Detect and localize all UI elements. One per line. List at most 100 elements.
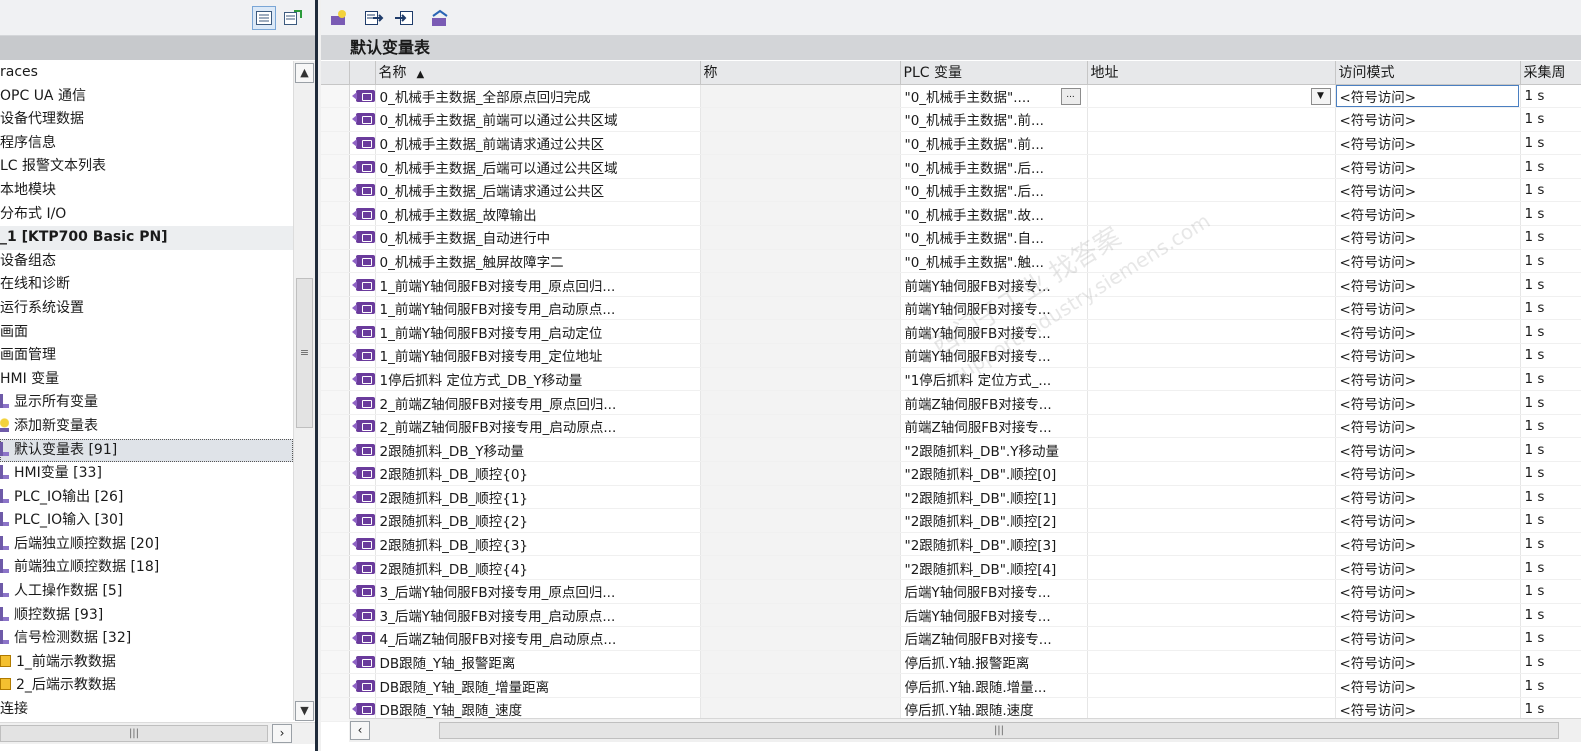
row-selector[interactable] <box>321 343 350 368</box>
tree-item[interactable]: LC 报警文本列表 <box>0 155 293 179</box>
plc-tag-cell[interactable]: "2跟随抓料_DB".Y移动量 <box>900 437 1088 462</box>
address-cell[interactable] <box>1087 579 1336 604</box>
access-mode-cell[interactable]: <符号访问> <box>1335 508 1521 533</box>
display-name-cell[interactable] <box>700 178 901 203</box>
column-header-address[interactable]: 地址 <box>1087 61 1336 85</box>
access-mode-cell[interactable]: <符号访问> <box>1335 650 1521 675</box>
access-mode-cell[interactable]: <符号访问> <box>1335 603 1521 628</box>
display-name-cell[interactable] <box>700 579 901 604</box>
acq-cycle-cell[interactable]: 1 s <box>1520 178 1581 203</box>
tree-item[interactable]: 运行系统设置 <box>0 297 293 321</box>
row-selector[interactable] <box>321 225 350 250</box>
display-name-cell[interactable] <box>700 201 901 227</box>
tree-item[interactable]: _1 [KTP700 Basic PN] <box>0 226 293 250</box>
row-selector[interactable] <box>321 650 350 675</box>
tag-name-cell[interactable]: 1_前端Y轴伺服FB对接专用_启动定位 <box>375 319 701 345</box>
row-selector[interactable] <box>321 178 350 203</box>
editor-horizontal-scrollbar[interactable]: ‹ ||| <box>349 718 1581 742</box>
access-mode-cell[interactable]: <符号访问> <box>1335 296 1521 321</box>
tag-name-cell[interactable]: 2跟随抓料_DB_Y移动量 <box>375 437 701 462</box>
tree-item[interactable]: 本地模块 <box>0 179 293 203</box>
acq-cycle-cell[interactable]: 1 s <box>1520 508 1581 533</box>
tree-item[interactable]: 连接 <box>0 698 293 722</box>
display-name-cell[interactable] <box>700 107 901 132</box>
acq-cycle-cell[interactable]: 1 s <box>1520 414 1581 439</box>
address-cell[interactable] <box>1087 131 1336 156</box>
address-cell[interactable] <box>1087 673 1336 698</box>
access-mode-cell[interactable]: <符号访问> <box>1335 154 1521 179</box>
plc-tag-cell[interactable]: "0_机械手主数据".故... <box>900 201 1088 227</box>
tree-item[interactable]: 顺控数据 [93] <box>0 604 293 628</box>
address-cell[interactable] <box>1087 107 1336 132</box>
tree-item[interactable]: races <box>0 61 293 85</box>
address-cell[interactable] <box>1087 461 1336 486</box>
plc-tag-cell[interactable]: "0_机械手主数据".自... <box>900 225 1088 250</box>
address-cell[interactable] <box>1087 532 1336 557</box>
tree-item[interactable]: PLC_IO输出 [26] <box>0 486 293 510</box>
tree-item[interactable]: 分布式 I/O <box>0 203 293 227</box>
tree-item[interactable]: 设备代理数据 <box>0 108 293 132</box>
tag-name-cell[interactable]: 0_机械手主数据_后端请求通过公共区 <box>375 178 701 203</box>
display-name-cell[interactable] <box>700 532 901 557</box>
import-icon[interactable] <box>392 6 416 30</box>
table-row[interactable]: DB跟随_Y轴_跟随_增量距离 停后抓.Y轴.跟随.增量... <符号访问> 1 s <box>321 673 1581 698</box>
column-header-name[interactable]: 名称 ▲ <box>375 61 701 85</box>
tag-name-cell[interactable]: 3_后端Y轴伺服FB对接专用_启动原点... <box>375 603 701 628</box>
display-name-cell[interactable] <box>700 319 901 345</box>
display-name-cell[interactable] <box>700 296 901 321</box>
plc-tag-cell[interactable]: 前端Y轴伺服FB对接专... <box>900 296 1088 321</box>
plc-tag-cell[interactable]: "2跟随抓料_DB".顺控[1] <box>900 485 1088 510</box>
tree-horizontal-scrollbar[interactable]: ||| › <box>0 722 315 744</box>
display-name-cell[interactable] <box>700 343 901 368</box>
tree-item[interactable]: HMI变量 [33] <box>0 462 293 486</box>
table-row[interactable]: 1停后抓料 定位方式_DB_Y移动量 "1停后抓料 定位方式_... <符号访问> 1… <box>321 367 1581 392</box>
add-tag-icon[interactable] <box>327 6 351 30</box>
address-cell[interactable] <box>1087 225 1336 250</box>
table-row[interactable]: 0_机械手主数据_触屏故障字二 "0_机械手主数据".触... <符号访问> 1 s <box>321 249 1581 274</box>
display-name-cell[interactable] <box>700 437 901 462</box>
address-cell[interactable] <box>1087 367 1336 392</box>
address-cell[interactable] <box>1087 154 1336 179</box>
tag-name-cell[interactable]: 1_前端Y轴伺服FB对接专用_原点回归... <box>375 272 701 297</box>
tag-name-cell[interactable]: 2跟随抓料_DB_顺控{3} <box>375 532 701 557</box>
row-selector[interactable] <box>321 603 350 628</box>
plc-tag-cell[interactable]: 后端Y轴伺服FB对接专... <box>900 579 1088 604</box>
tree-vertical-scrollbar[interactable]: ▲ ≡ ▼ <box>293 61 315 721</box>
row-selector[interactable] <box>321 107 350 132</box>
table-row[interactable]: 2跟随抓料_DB_顺控{3} "2跟随抓料_DB".顺控[3] <符号访问> 1 s <box>321 532 1581 557</box>
table-row[interactable]: 2_前端Z轴伺服FB对接专用_启动原点... 前端Z轴伺服FB对接专... <符号访… <box>321 414 1581 439</box>
table-row[interactable]: 2跟随抓料_DB_顺控{2} "2跟随抓料_DB".顺控[2] <符号访问> 1 s <box>321 508 1581 533</box>
export-table-icon[interactable] <box>281 6 305 30</box>
acq-cycle-cell[interactable]: 1 s <box>1520 296 1581 321</box>
acq-cycle-cell[interactable]: 1 s <box>1520 84 1581 109</box>
tree-item[interactable]: OPC UA 通信 <box>0 85 293 109</box>
tree-item[interactable]: 画面 <box>0 321 293 345</box>
column-header-display-name[interactable]: 称 <box>700 61 901 85</box>
tag-name-cell[interactable]: 0_机械手主数据_触屏故障字二 <box>375 249 701 274</box>
tree-item[interactable]: 画面管理 <box>0 344 293 368</box>
tree-item[interactable]: 在线和诊断 <box>0 273 293 297</box>
acq-cycle-cell[interactable]: 1 s <box>1520 555 1581 580</box>
tree-item[interactable]: 添加新变量表 <box>0 415 293 439</box>
row-selector[interactable] <box>321 201 350 227</box>
acq-cycle-cell[interactable]: 1 s <box>1520 319 1581 345</box>
plc-tag-cell[interactable]: "2跟随抓料_DB".顺控[0] <box>900 461 1088 486</box>
scroll-left-button[interactable]: ‹ <box>350 721 370 740</box>
tag-name-cell[interactable]: 0_机械手主数据_前端可以通过公共区域 <box>375 107 701 132</box>
tag-name-cell[interactable]: 1停后抓料 定位方式_DB_Y移动量 <box>375 367 701 392</box>
acq-cycle-cell[interactable]: 1 s <box>1520 461 1581 486</box>
row-selector[interactable] <box>321 131 350 156</box>
access-mode-cell[interactable]: <符号访问> <box>1335 555 1521 580</box>
tree-item[interactable]: 人工操作数据 [5] <box>0 580 293 604</box>
plc-tag-cell[interactable]: "0_机械手主数据".后... <box>900 154 1088 179</box>
table-row[interactable]: 0_机械手主数据_后端请求通过公共区 "0_机械手主数据".后... <符号访问> 1… <box>321 178 1581 203</box>
row-selector[interactable] <box>321 84 350 109</box>
acq-cycle-cell[interactable]: 1 s <box>1520 390 1581 415</box>
table-row[interactable]: 4_后端Z轴伺服FB对接专用_启动原点... 后端Z轴伺服FB对接专... <符号访… <box>321 626 1581 651</box>
table-row[interactable]: 0_机械手主数据_全部原点回归完成 "0_机械手主数据"....... ▼ <符号访问… <box>321 84 1581 109</box>
address-cell[interactable] <box>1087 390 1336 415</box>
tree-item[interactable]: 程序信息 <box>0 132 293 156</box>
plc-tag-cell[interactable]: "0_机械手主数据".触... <box>900 249 1088 274</box>
table-row[interactable]: 0_机械手主数据_后端可以通过公共区域 "0_机械手主数据".后... <符号访问>… <box>321 154 1581 179</box>
acq-cycle-cell[interactable]: 1 s <box>1520 225 1581 250</box>
